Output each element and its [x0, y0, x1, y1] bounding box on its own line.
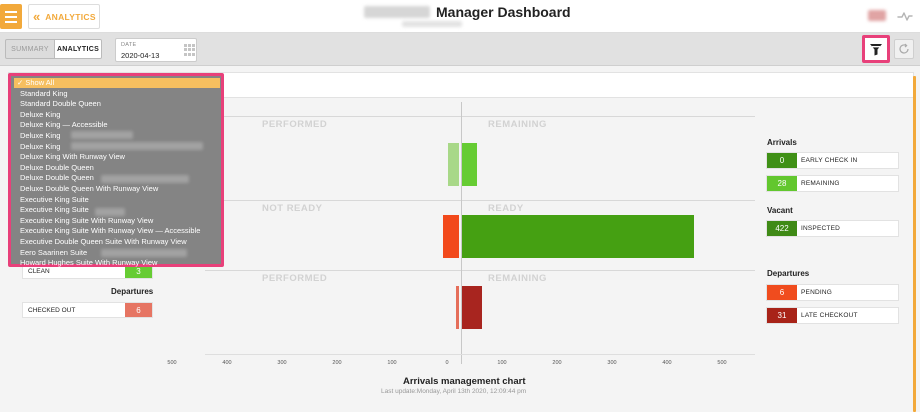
date-value: 2020-04-13 — [121, 51, 160, 60]
x-tick-label: 100 — [497, 360, 507, 366]
toolbar: SUMMARY ANALYTICS DATE 2020-04-13 — [0, 33, 920, 66]
redacted-text — [101, 249, 187, 257]
early-check-in-stat[interactable]: 0 EARLY CHECK IN — [766, 152, 899, 169]
chart-bar — [442, 215, 459, 258]
dropdown-item[interactable]: Deluxe King — [20, 110, 60, 120]
section-divider — [205, 200, 755, 201]
redacted-hotel-name — [364, 6, 430, 18]
x-tick-label: 400 — [662, 360, 672, 366]
tab-summary[interactable]: SUMMARY — [6, 40, 54, 58]
remaining-label: REMAINING — [801, 180, 840, 187]
x-axis-line — [205, 354, 755, 355]
avatar[interactable] — [868, 10, 886, 21]
hamburger-icon[interactable] — [0, 4, 22, 29]
section-divider — [205, 116, 755, 117]
section-right-label: REMAINING — [488, 119, 547, 130]
double-chevron-left-icon: « — [33, 9, 41, 24]
x-tick-label: 0 — [445, 360, 449, 366]
x-tick-label: 200 — [552, 360, 562, 366]
dropdown-item[interactable]: Deluxe Double Queen — [20, 163, 94, 173]
date-picker[interactable]: DATE 2020-04-13 — [115, 38, 197, 62]
chart-bar — [455, 286, 459, 329]
arrivals-heading: Arrivals — [767, 138, 797, 147]
dropdown-item[interactable]: Howard Hughes Suite With Runway View — [20, 258, 157, 268]
redacted-subtitle — [402, 21, 462, 27]
dropdown-item[interactable]: Deluxe Double Queen With Runway View — [20, 184, 158, 194]
early-check-in-value: 0 — [767, 153, 797, 168]
refresh-icon — [899, 43, 909, 54]
dropdown-item[interactable]: Deluxe Double Queen — [20, 173, 94, 183]
redacted-text — [71, 142, 203, 150]
last-update-text: Last update:Monday, April 13th 2020, 12:… — [381, 388, 527, 395]
checked-out-label: CHECKED OUT — [28, 307, 76, 314]
analytics-nav-label: ANALYTICS — [45, 11, 96, 22]
page-title: Manager Dashboard — [436, 4, 571, 20]
redacted-text — [95, 208, 125, 216]
x-tick-label: 300 — [607, 360, 617, 366]
section-right-label: READY — [488, 203, 524, 214]
pulse-icon[interactable] — [897, 9, 913, 23]
date-label: DATE — [121, 42, 137, 48]
dropdown-item[interactable]: Deluxe King — [20, 142, 60, 152]
chart-bar — [462, 286, 483, 329]
late-checkout-label: LATE CHECKOUT — [801, 312, 858, 319]
chart-bar — [462, 215, 695, 258]
dropdown-item[interactable]: Standard King — [20, 89, 68, 99]
view-tabs: SUMMARY ANALYTICS — [5, 39, 102, 59]
room-type-dropdown[interactable]: ✓ Show All Standard King Standard Double Q… — [8, 73, 224, 267]
inspected-label: INSPECTED — [801, 225, 841, 232]
dropdown-item[interactable]: Eero Saarinen Suite — [20, 248, 87, 258]
dropdown-item[interactable]: Executive King Suite — [20, 195, 89, 205]
remaining-value: 28 — [767, 176, 797, 191]
top-bar: « ANALYTICS Manager Dashboard — [0, 0, 920, 33]
early-check-in-label: EARLY CHECK IN — [801, 157, 858, 164]
dropdown-item[interactable]: Executive King Suite With Runway View — … — [20, 226, 200, 236]
remaining-stat[interactable]: 28 REMAINING — [766, 175, 899, 192]
dropdown-item[interactable]: Executive Double Queen Suite With Runway… — [20, 237, 187, 247]
late-checkout-value: 31 — [767, 308, 797, 323]
redacted-text — [71, 131, 133, 139]
pending-label: PENDING — [801, 289, 833, 296]
tab-analytics[interactable]: ANALYTICS — [54, 40, 101, 58]
chart-bar — [462, 143, 478, 186]
section-left-label: NOT READY — [262, 203, 323, 214]
dropdown-item[interactable]: Deluxe King — Accessible — [20, 120, 108, 130]
analytics-nav-button[interactable]: « ANALYTICS — [28, 4, 100, 29]
redacted-text — [101, 175, 189, 183]
x-tick-label: 500 — [167, 360, 177, 366]
dropdown-item[interactable]: Executive King Suite — [20, 205, 89, 215]
refresh-button[interactable] — [894, 39, 914, 59]
pending-value: 6 — [767, 285, 797, 300]
chart-title: Arrivals management chart — [403, 376, 526, 387]
section-left-label: PERFORMED — [262, 273, 328, 284]
left-departures-heading: Departures — [111, 287, 154, 296]
departures-heading: Departures — [767, 269, 810, 278]
x-tick-label: 500 — [717, 360, 727, 366]
inspected-value: 422 — [767, 221, 797, 236]
dropdown-item[interactable]: Executive King Suite With Runway View — [20, 216, 153, 226]
vacant-heading: Vacant — [767, 206, 793, 215]
pending-stat[interactable]: 6 PENDING — [766, 284, 899, 301]
filter-button[interactable] — [862, 35, 890, 63]
clean-label: CLEAN — [28, 268, 50, 275]
dropdown-item[interactable]: Deluxe King With Runway View — [20, 152, 125, 162]
late-checkout-stat[interactable]: 31 LATE CHECKOUT — [766, 307, 899, 324]
checked-out-value: 6 — [125, 303, 152, 317]
calendar-grid-icon[interactable] — [184, 44, 195, 56]
dropdown-item[interactable]: Deluxe King — [20, 131, 60, 141]
checked-out-stat[interactable]: CHECKED OUT 6 — [22, 302, 153, 318]
x-tick-label: 100 — [387, 360, 397, 366]
section-left-label: PERFORMED — [262, 119, 328, 130]
section-right-label: REMAINING — [488, 273, 547, 284]
filter-icon — [870, 43, 882, 55]
x-tick-label: 400 — [222, 360, 232, 366]
section-divider — [205, 270, 755, 271]
dropdown-item-show-all[interactable]: ✓ Show All — [14, 78, 220, 88]
inspected-stat[interactable]: 422 INSPECTED — [766, 220, 899, 237]
x-tick-label: 300 — [277, 360, 287, 366]
chart-bar — [448, 143, 459, 186]
dropdown-item[interactable]: Standard Double Queen — [20, 99, 101, 109]
x-tick-label: 200 — [332, 360, 342, 366]
